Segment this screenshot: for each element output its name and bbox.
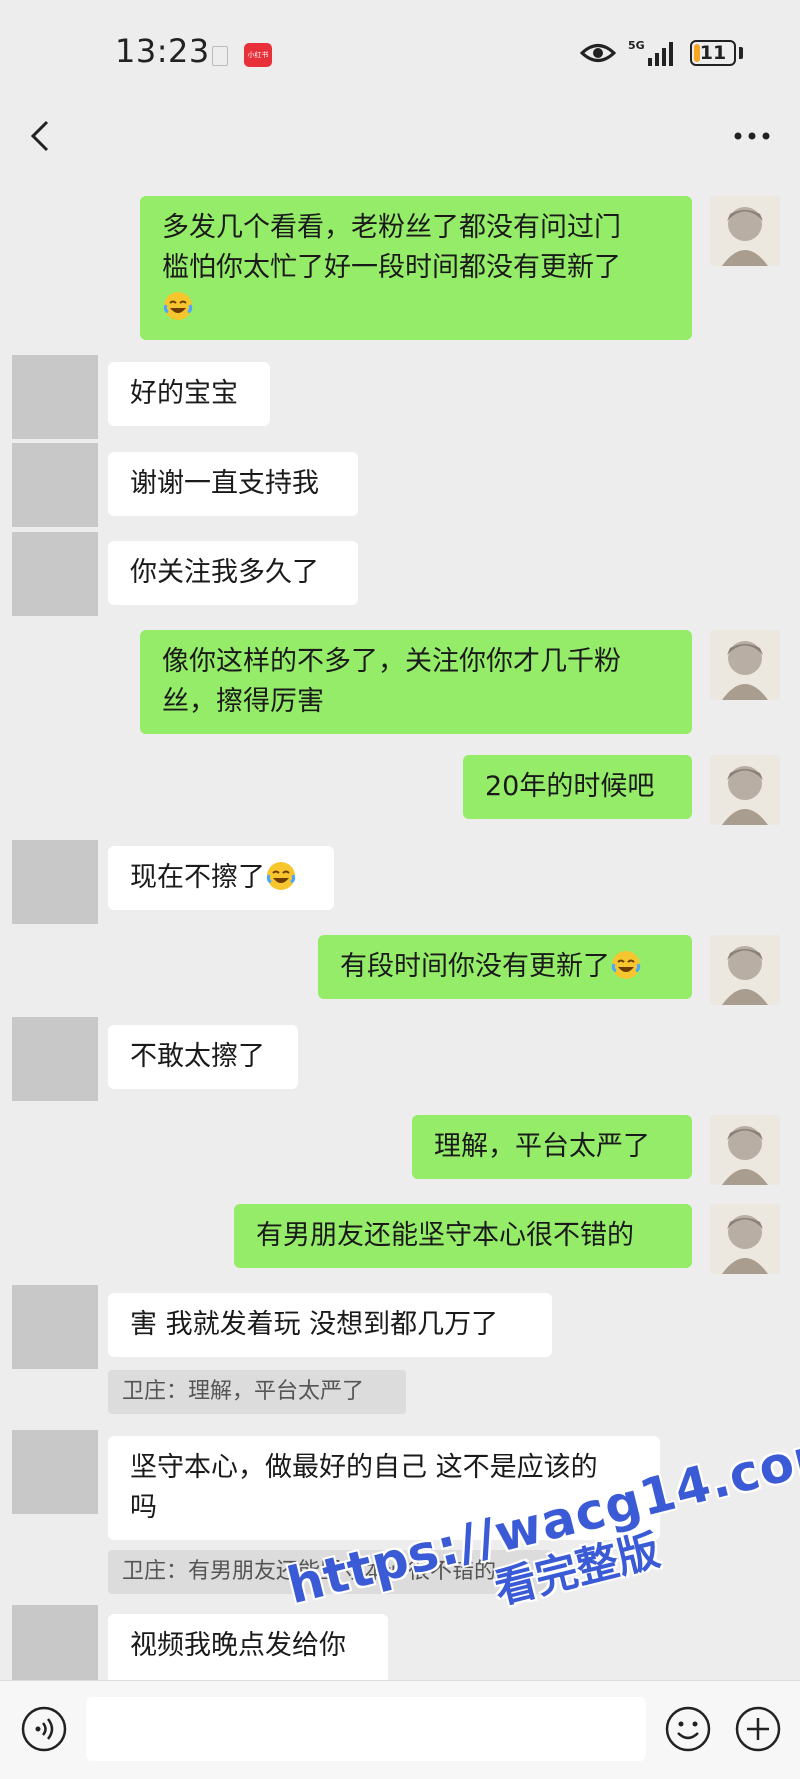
message-bubble-in[interactable]: 你关注我多久了 [108, 541, 358, 605]
contact-avatar[interactable] [12, 532, 98, 616]
my-avatar[interactable] [710, 935, 780, 1005]
message-bubble-out[interactable]: 像你这样的不多了，关注你你才几千粉 丝，擦得厉害 [140, 630, 692, 734]
message-text: 现在不擦了 [130, 862, 265, 893]
my-avatar[interactable] [710, 755, 780, 825]
message-bubble-in[interactable]: 好的宝宝 [108, 362, 270, 426]
my-avatar[interactable] [710, 196, 780, 266]
contact-avatar[interactable] [12, 1430, 98, 1514]
message-list: 多发几个看看，老粉丝了都没有问过门 槛怕你太忙了好一段时间都没有更新了 好的宝宝… [0, 0, 800, 1680]
message-bubble-out[interactable]: 有段时间你没有更新了 [318, 935, 692, 999]
message-bubble-out[interactable]: 多发几个看看，老粉丝了都没有问过门 槛怕你太忙了好一段时间都没有更新了 [140, 196, 692, 340]
message-bubble-in[interactable]: 不敢太擦了 [108, 1025, 298, 1089]
voice-input-button[interactable] [20, 1705, 68, 1757]
laugh-cry-emoji [611, 951, 641, 979]
message-bubble-in[interactable]: 害 我就发着玩 没想到都几万了 [108, 1293, 552, 1357]
voice-icon [21, 1706, 67, 1752]
message-bubble-out[interactable]: 有男朋友还能坚守本心很不错的 [234, 1204, 692, 1268]
avatar-portrait-icon [710, 1204, 780, 1274]
my-avatar[interactable] [710, 630, 780, 700]
message-bubble-in[interactable]: 视频我晚点发给你 [108, 1614, 388, 1680]
avatar-portrait-icon [710, 1115, 780, 1185]
plus-icon [735, 1706, 781, 1752]
contact-avatar[interactable] [12, 443, 98, 527]
message-bubble-in[interactable]: 谢谢一直支持我 [108, 452, 358, 516]
message-bubble-out[interactable]: 理解，平台太严了 [412, 1115, 692, 1179]
message-bubble-out[interactable]: 20年的时候吧 [463, 755, 692, 819]
chat-input-bar [0, 1680, 800, 1779]
more-actions-button[interactable] [734, 1705, 782, 1757]
contact-avatar[interactable] [12, 1285, 98, 1369]
emoji-button[interactable] [664, 1705, 712, 1757]
laugh-cry-emoji [266, 862, 296, 890]
avatar-portrait-icon [710, 755, 780, 825]
contact-avatar[interactable] [12, 1017, 98, 1101]
message-text: 有段时间你没有更新了 [340, 951, 610, 982]
avatar-portrait-icon [710, 935, 780, 1005]
my-avatar[interactable] [710, 1115, 780, 1185]
contact-avatar[interactable] [12, 1605, 98, 1680]
my-avatar[interactable] [710, 1204, 780, 1274]
message-bubble-in[interactable]: 坚守本心，做最好的自己 这不是应该的 吗 [108, 1436, 660, 1540]
emoji-icon [665, 1706, 711, 1752]
avatar-portrait-icon [710, 630, 780, 700]
laugh-cry-emoji [163, 292, 193, 320]
contact-avatar[interactable] [12, 355, 98, 439]
message-text: 多发几个看看，老粉丝了都没有问过门 槛怕你太忙了好一段时间都没有更新了 [162, 212, 621, 283]
message-bubble-in[interactable]: 现在不擦了 [108, 846, 334, 910]
contact-avatar[interactable] [12, 840, 98, 924]
quoted-reply[interactable]: 卫庄：有男朋友还能坚守本心很不错的 [108, 1550, 552, 1594]
avatar-portrait-icon [710, 196, 780, 266]
message-input[interactable] [86, 1697, 646, 1761]
quoted-reply[interactable]: 卫庄：理解，平台太严了 [108, 1370, 406, 1414]
